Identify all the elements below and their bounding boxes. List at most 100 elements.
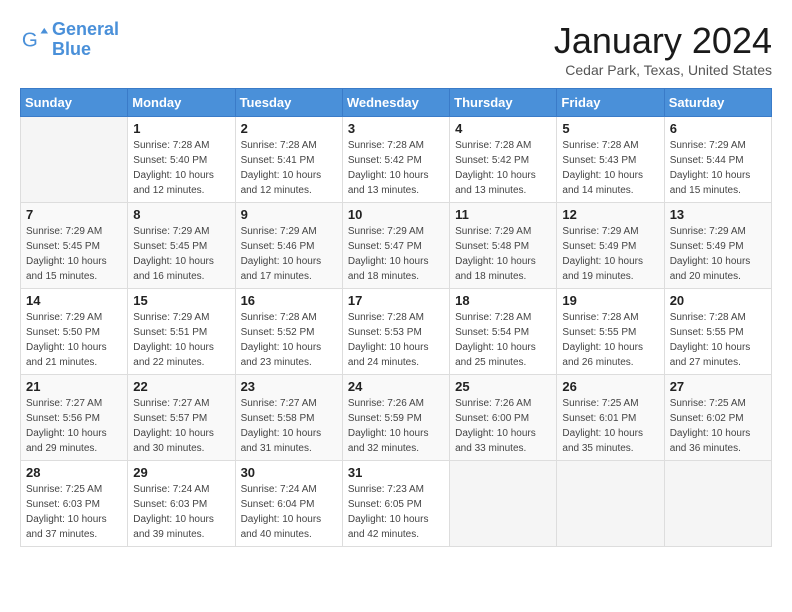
calendar-week-row: 21 Sunrise: 7:27 AMSunset: 5:56 PMDayligh… (21, 375, 772, 461)
day-number: 21 (26, 379, 122, 394)
day-info: Sunrise: 7:27 AMSunset: 5:58 PMDaylight:… (241, 396, 337, 456)
weekday-header: Thursday (450, 89, 557, 117)
day-number: 13 (670, 207, 766, 222)
calendar-cell: 17Sunrise: 7:28 AMSunset: 5:53 PMDayligh… (342, 289, 449, 375)
calendar-week-row: 28 Sunrise: 7:25 AMSunset: 6:03 PMDayligh… (21, 461, 772, 547)
logo-icon: G (20, 26, 48, 54)
calendar-cell: 21 Sunrise: 7:27 AMSunset: 5:56 PMDayligh… (21, 375, 128, 461)
day-number: 20 (670, 293, 766, 308)
day-info: Sunrise: 7:28 AMSunset: 5:52 PMDaylight:… (241, 310, 337, 370)
day-info: Sunrise: 7:25 AMSunset: 6:03 PMDaylight:… (26, 482, 122, 542)
calendar-cell: 19Sunrise: 7:28 AMSunset: 5:55 PMDayligh… (557, 289, 664, 375)
calendar-cell: 29 Sunrise: 7:24 AMSunset: 6:03 PMDayligh… (128, 461, 235, 547)
day-info: Sunrise: 7:29 AMSunset: 5:49 PMDaylight:… (562, 224, 658, 284)
weekday-header: Saturday (664, 89, 771, 117)
calendar-week-row: 14 Sunrise: 7:29 AMSunset: 5:50 PMDayligh… (21, 289, 772, 375)
calendar-cell (450, 461, 557, 547)
calendar-week-row: 1 Sunrise: 7:28 AMSunset: 5:40 PMDaylight… (21, 117, 772, 203)
day-info: Sunrise: 7:28 AMSunset: 5:54 PMDaylight:… (455, 310, 551, 370)
weekday-header: Monday (128, 89, 235, 117)
location: Cedar Park, Texas, United States (554, 62, 772, 78)
day-info: Sunrise: 7:29 AMSunset: 5:48 PMDaylight:… (455, 224, 551, 284)
calendar-cell: 9 Sunrise: 7:29 AMSunset: 5:46 PMDaylight… (235, 203, 342, 289)
day-number: 27 (670, 379, 766, 394)
logo-line1: General (52, 19, 119, 39)
weekday-header: Tuesday (235, 89, 342, 117)
calendar-cell: 23 Sunrise: 7:27 AMSunset: 5:58 PMDayligh… (235, 375, 342, 461)
day-number: 28 (26, 465, 122, 480)
day-info: Sunrise: 7:25 AMSunset: 6:01 PMDaylight:… (562, 396, 658, 456)
day-number: 6 (670, 121, 766, 136)
day-info: Sunrise: 7:29 AMSunset: 5:49 PMDaylight:… (670, 224, 766, 284)
day-number: 30 (241, 465, 337, 480)
month-title: January 2024 (554, 20, 772, 62)
day-number: 7 (26, 207, 122, 222)
day-number: 1 (133, 121, 229, 136)
calendar-cell: 13 Sunrise: 7:29 AMSunset: 5:49 PMDayligh… (664, 203, 771, 289)
day-info: Sunrise: 7:27 AMSunset: 5:57 PMDaylight:… (133, 396, 229, 456)
calendar-cell: 7Sunrise: 7:29 AMSunset: 5:45 PMDaylight… (21, 203, 128, 289)
day-info: Sunrise: 7:29 AMSunset: 5:45 PMDaylight:… (133, 224, 229, 284)
calendar-cell: 3 Sunrise: 7:28 AMSunset: 5:42 PMDaylight… (342, 117, 449, 203)
page-header: G General Blue January 2024 Cedar Park, … (20, 20, 772, 78)
day-number: 26 (562, 379, 658, 394)
day-info: Sunrise: 7:29 AMSunset: 5:47 PMDaylight:… (348, 224, 444, 284)
calendar-header-row: SundayMondayTuesdayWednesdayThursdayFrid… (21, 89, 772, 117)
calendar-cell: 15 Sunrise: 7:29 AMSunset: 5:51 PMDayligh… (128, 289, 235, 375)
calendar-cell: 28 Sunrise: 7:25 AMSunset: 6:03 PMDayligh… (21, 461, 128, 547)
day-info: Sunrise: 7:23 AMSunset: 6:05 PMDaylight:… (348, 482, 444, 542)
calendar-cell: 30Sunrise: 7:24 AMSunset: 6:04 PMDayligh… (235, 461, 342, 547)
day-info: Sunrise: 7:28 AMSunset: 5:41 PMDaylight:… (241, 138, 337, 198)
day-number: 31 (348, 465, 444, 480)
day-number: 12 (562, 207, 658, 222)
day-info: Sunrise: 7:27 AMSunset: 5:56 PMDaylight:… (26, 396, 122, 456)
calendar-cell: 5 Sunrise: 7:28 AMSunset: 5:43 PMDaylight… (557, 117, 664, 203)
day-info: Sunrise: 7:28 AMSunset: 5:43 PMDaylight:… (562, 138, 658, 198)
day-info: Sunrise: 7:25 AMSunset: 6:02 PMDaylight:… (670, 396, 766, 456)
day-info: Sunrise: 7:28 AMSunset: 5:42 PMDaylight:… (455, 138, 551, 198)
day-info: Sunrise: 7:29 AMSunset: 5:46 PMDaylight:… (241, 224, 337, 284)
day-info: Sunrise: 7:28 AMSunset: 5:40 PMDaylight:… (133, 138, 229, 198)
calendar-cell (557, 461, 664, 547)
day-number: 15 (133, 293, 229, 308)
calendar-cell: 14 Sunrise: 7:29 AMSunset: 5:50 PMDayligh… (21, 289, 128, 375)
day-number: 3 (348, 121, 444, 136)
logo: G General Blue (20, 20, 119, 60)
day-number: 29 (133, 465, 229, 480)
day-info: Sunrise: 7:28 AMSunset: 5:53 PMDaylight:… (348, 310, 444, 370)
calendar-cell: 11 Sunrise: 7:29 AMSunset: 5:48 PMDayligh… (450, 203, 557, 289)
calendar-week-row: 7 Sunrise: 7:29 AMSunset: 5:45 PMDaylight… (21, 203, 772, 289)
calendar-cell: 2Sunrise: 7:28 AMSunset: 5:41 PMDaylight… (235, 117, 342, 203)
day-number: 25 (455, 379, 551, 394)
day-info: Sunrise: 7:29 AMSunset: 5:51 PMDaylight:… (133, 310, 229, 370)
calendar-cell: 16Sunrise: 7:28 AMSunset: 5:52 PMDayligh… (235, 289, 342, 375)
day-info: Sunrise: 7:26 AMSunset: 5:59 PMDaylight:… (348, 396, 444, 456)
calendar-cell: 8Sunrise: 7:29 AMSunset: 5:45 PMDaylight… (128, 203, 235, 289)
day-info: Sunrise: 7:24 AMSunset: 6:03 PMDaylight:… (133, 482, 229, 542)
calendar-cell: 26 Sunrise: 7:25 AMSunset: 6:01 PMDayligh… (557, 375, 664, 461)
day-info: Sunrise: 7:28 AMSunset: 5:55 PMDaylight:… (562, 310, 658, 370)
day-number: 22 (133, 379, 229, 394)
day-number: 5 (562, 121, 658, 136)
day-info: Sunrise: 7:29 AMSunset: 5:50 PMDaylight:… (26, 310, 122, 370)
calendar-cell (21, 117, 128, 203)
calendar-cell: 18Sunrise: 7:28 AMSunset: 5:54 PMDayligh… (450, 289, 557, 375)
day-number: 11 (455, 207, 551, 222)
day-number: 23 (241, 379, 337, 394)
day-number: 9 (241, 207, 337, 222)
calendar-cell: 20Sunrise: 7:28 AMSunset: 5:55 PMDayligh… (664, 289, 771, 375)
calendar-cell: 1 Sunrise: 7:28 AMSunset: 5:40 PMDaylight… (128, 117, 235, 203)
calendar-cell: 6Sunrise: 7:29 AMSunset: 5:44 PMDaylight… (664, 117, 771, 203)
day-info: Sunrise: 7:28 AMSunset: 5:42 PMDaylight:… (348, 138, 444, 198)
title-block: January 2024 Cedar Park, Texas, United S… (554, 20, 772, 78)
logo-line2: Blue (52, 39, 91, 59)
svg-text:G: G (22, 28, 38, 51)
day-number: 14 (26, 293, 122, 308)
logo-text: General Blue (52, 20, 119, 60)
weekday-header: Wednesday (342, 89, 449, 117)
day-number: 24 (348, 379, 444, 394)
calendar-cell: 10 Sunrise: 7:29 AMSunset: 5:47 PMDayligh… (342, 203, 449, 289)
day-number: 10 (348, 207, 444, 222)
calendar-cell: 25Sunrise: 7:26 AMSunset: 6:00 PMDayligh… (450, 375, 557, 461)
calendar-cell: 27 Sunrise: 7:25 AMSunset: 6:02 PMDayligh… (664, 375, 771, 461)
